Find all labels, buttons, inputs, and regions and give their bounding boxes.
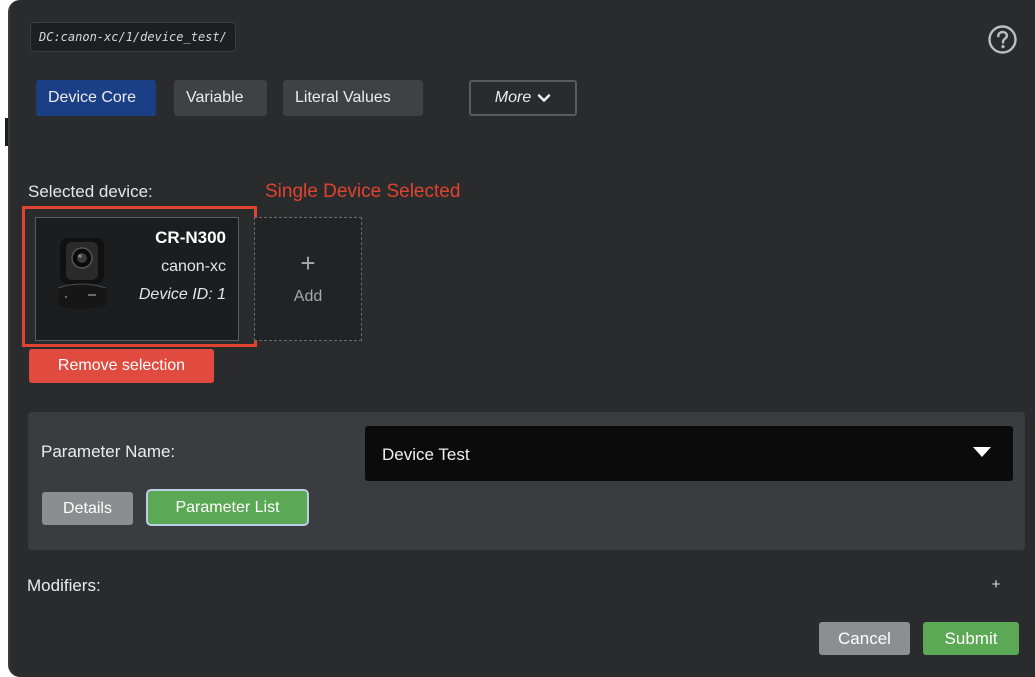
tab-literal-values[interactable]: Literal Values	[283, 80, 423, 116]
parameter-name-label: Parameter Name:	[41, 442, 176, 461]
selected-device-label: Selected device:	[28, 182, 153, 201]
tab-device-core[interactable]: Device Core	[36, 80, 156, 116]
chevron-down-icon	[537, 94, 551, 102]
add-device-button[interactable]: + Add	[254, 217, 362, 341]
selected-device-card[interactable]: CR-N300 canon-xc Device ID: 1	[35, 217, 239, 341]
parameter-section: Parameter Name: Device Test Details Para…	[28, 412, 1025, 550]
modifiers-label: Modifiers:	[27, 576, 101, 595]
parameter-name-select[interactable]: Device Test	[365, 426, 1013, 481]
ptz-camera-icon	[57, 238, 107, 309]
parameter-list-button[interactable]: Parameter List	[146, 489, 309, 526]
parameter-select-value: Device Test	[382, 445, 470, 464]
device-path: DC:canon-xc/1/device_test/	[30, 22, 236, 52]
details-button[interactable]: Details	[42, 492, 133, 525]
tab-variable[interactable]: Variable	[174, 80, 267, 116]
more-label: More	[494, 89, 532, 106]
help-icon[interactable]	[987, 24, 1018, 55]
device-core-dialog: DC:canon-xc/1/device_test/ Device Core V…	[8, 0, 1035, 677]
add-label: Add	[293, 288, 323, 305]
add-modifier-icon[interactable]: +	[989, 576, 1003, 594]
device-id: Device ID: 1	[138, 286, 226, 303]
cancel-button[interactable]: Cancel	[819, 622, 910, 655]
more-dropdown-button[interactable]: More	[469, 80, 577, 116]
submit-button[interactable]: Submit	[923, 622, 1019, 655]
caret-down-icon	[973, 447, 991, 457]
plus-icon: +	[300, 248, 316, 278]
remove-selection-button[interactable]: Remove selection	[29, 349, 214, 383]
device-model: CR-N300	[155, 228, 226, 247]
device-driver: canon-xc	[161, 258, 226, 275]
annotation-label: Single Device Selected	[265, 181, 461, 202]
